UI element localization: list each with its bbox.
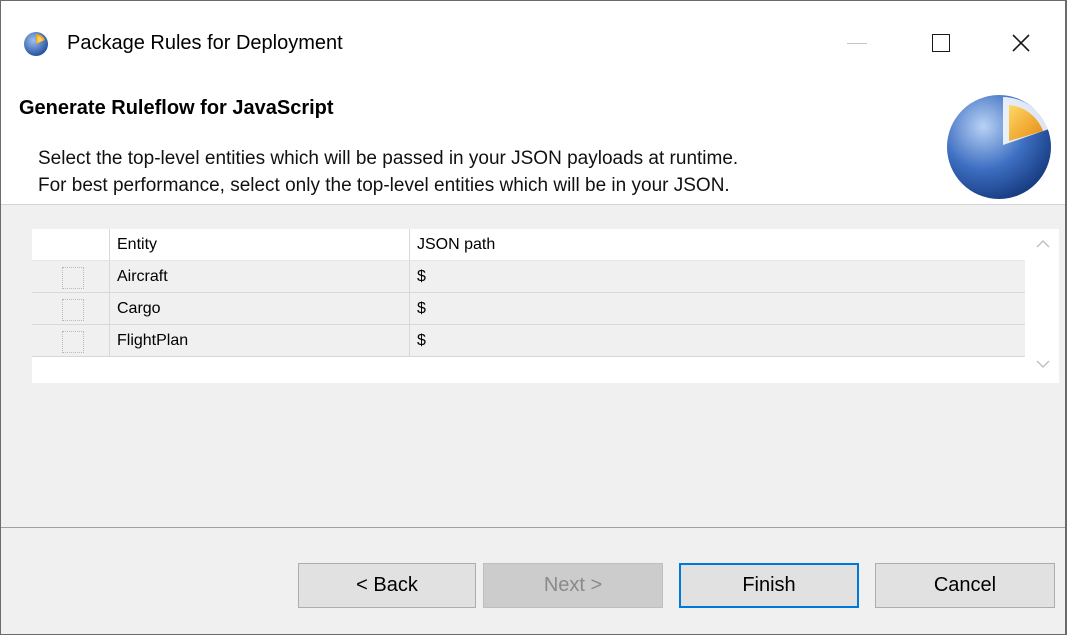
next-button[interactable]: Next > xyxy=(483,563,663,608)
minimize-button[interactable] xyxy=(827,23,887,63)
entity-cell: Cargo xyxy=(110,293,410,324)
maximize-button[interactable] xyxy=(911,23,971,63)
page-description: Select the top-level entities which will… xyxy=(38,145,738,199)
json-path-cell[interactable]: $ xyxy=(410,293,1025,324)
row-select-cell xyxy=(32,325,110,356)
title-bar: Package Rules for Deployment xyxy=(1,1,1065,83)
table-row[interactable]: Aircraft $ xyxy=(32,261,1025,293)
minimize-icon xyxy=(847,42,867,44)
entity-cell: Aircraft xyxy=(110,261,410,292)
cancel-button[interactable]: Cancel xyxy=(875,563,1055,608)
column-header-select[interactable] xyxy=(32,229,110,260)
wizard-banner-icon xyxy=(947,95,1051,199)
table-row[interactable]: Cargo $ xyxy=(32,293,1025,325)
back-button[interactable]: < Back xyxy=(298,563,476,608)
finish-button[interactable]: Finish xyxy=(679,563,859,608)
wizard-header: Generate Ruleflow for JavaScript Select … xyxy=(1,83,1065,205)
table-header-row: Entity JSON path xyxy=(32,229,1025,261)
maximize-icon xyxy=(932,34,950,52)
description-line-1: Select the top-level entities which will… xyxy=(38,148,739,169)
footer-separator xyxy=(1,527,1065,528)
json-path-cell[interactable]: $ xyxy=(410,325,1025,356)
window-title: Package Rules for Deployment xyxy=(67,32,343,54)
column-header-json-path[interactable]: JSON path xyxy=(410,229,1025,260)
app-logo-icon xyxy=(24,32,48,56)
row-select-cell xyxy=(32,261,110,292)
chevron-down-icon[interactable] xyxy=(1036,357,1050,371)
close-icon xyxy=(1012,34,1030,52)
chevron-up-icon[interactable] xyxy=(1036,237,1050,251)
row-checkbox-flightplan[interactable] xyxy=(62,331,84,353)
table-row[interactable]: FlightPlan $ xyxy=(32,325,1025,357)
row-checkbox-cargo[interactable] xyxy=(62,299,84,321)
dialog-window: Package Rules for Deployment Generate Ru… xyxy=(0,0,1067,635)
row-checkbox-aircraft[interactable] xyxy=(62,267,84,289)
json-path-cell[interactable]: $ xyxy=(410,261,1025,292)
entity-cell: FlightPlan xyxy=(110,325,410,356)
column-header-entity[interactable]: Entity xyxy=(110,229,410,260)
close-button[interactable] xyxy=(991,23,1051,63)
entity-table[interactable]: Entity JSON path Aircraft $ Cargo $ Flig… xyxy=(32,229,1059,383)
description-line-2: For best performance, select only the to… xyxy=(38,175,730,196)
vertical-scrollbar[interactable] xyxy=(1028,229,1059,383)
page-title: Generate Ruleflow for JavaScript xyxy=(19,97,334,119)
row-select-cell xyxy=(32,293,110,324)
